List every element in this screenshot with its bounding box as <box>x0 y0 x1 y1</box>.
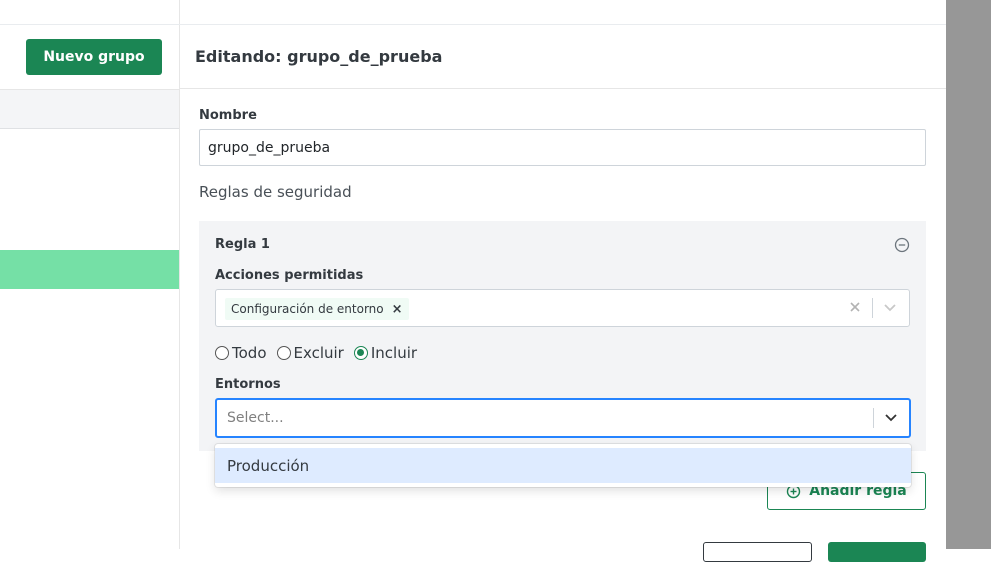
cancel-button[interactable] <box>703 542 812 562</box>
remove-rule-icon[interactable] <box>894 237 910 253</box>
scope-option-excluir[interactable]: Excluir <box>276 344 344 362</box>
environments-label: Entornos <box>215 377 281 392</box>
modal-backdrop <box>946 0 991 549</box>
name-input[interactable] <box>199 129 926 166</box>
radio-incluir[interactable] <box>353 346 368 360</box>
select-separator <box>873 408 874 428</box>
new-group-button[interactable]: Nuevo grupo <box>26 39 162 75</box>
allowed-actions-label: Acciones permitidas <box>215 268 364 283</box>
radio-excluir[interactable] <box>276 346 291 360</box>
chevron-down-icon[interactable] <box>884 412 898 424</box>
radio-todo-label: Todo <box>232 344 267 362</box>
allowed-actions-select[interactable]: Configuración de entorno × <box>215 289 910 327</box>
groups-panel: Nuevo grupo <box>0 0 180 549</box>
selected-action-tag: Configuración de entorno × <box>225 298 409 320</box>
name-label: Nombre <box>199 108 257 123</box>
scope-radio-group: Todo Excluir Incluir <box>215 343 427 363</box>
clear-icon[interactable] <box>848 300 862 314</box>
environment-option-produccion[interactable]: Producción <box>215 448 911 483</box>
save-button[interactable] <box>828 542 926 562</box>
remove-tag-icon[interactable]: × <box>392 302 403 317</box>
security-rules-title: Reglas de seguridad <box>199 183 352 201</box>
environments-select[interactable]: Select... <box>215 398 911 438</box>
scope-option-incluir[interactable]: Incluir <box>353 344 418 362</box>
group-list-header <box>0 90 179 129</box>
environments-dropdown-menu: Producción <box>215 444 911 487</box>
select-separator <box>872 298 873 318</box>
chevron-down-icon[interactable] <box>883 302 897 314</box>
radio-incluir-label: Incluir <box>370 344 418 362</box>
environments-placeholder: Select... <box>227 410 284 426</box>
radio-excluir-label: Excluir <box>293 344 344 362</box>
rule-title: Regla 1 <box>215 237 270 252</box>
edit-panel-header: Editando: grupo_de_prueba <box>180 25 946 89</box>
radio-todo[interactable] <box>215 346 229 360</box>
selected-action-tag-label: Configuración de entorno <box>231 302 384 316</box>
scope-option-todo[interactable]: Todo <box>215 344 267 362</box>
page-title: Editando: grupo_de_prueba <box>195 47 443 66</box>
group-list-item-selected[interactable] <box>0 250 179 289</box>
